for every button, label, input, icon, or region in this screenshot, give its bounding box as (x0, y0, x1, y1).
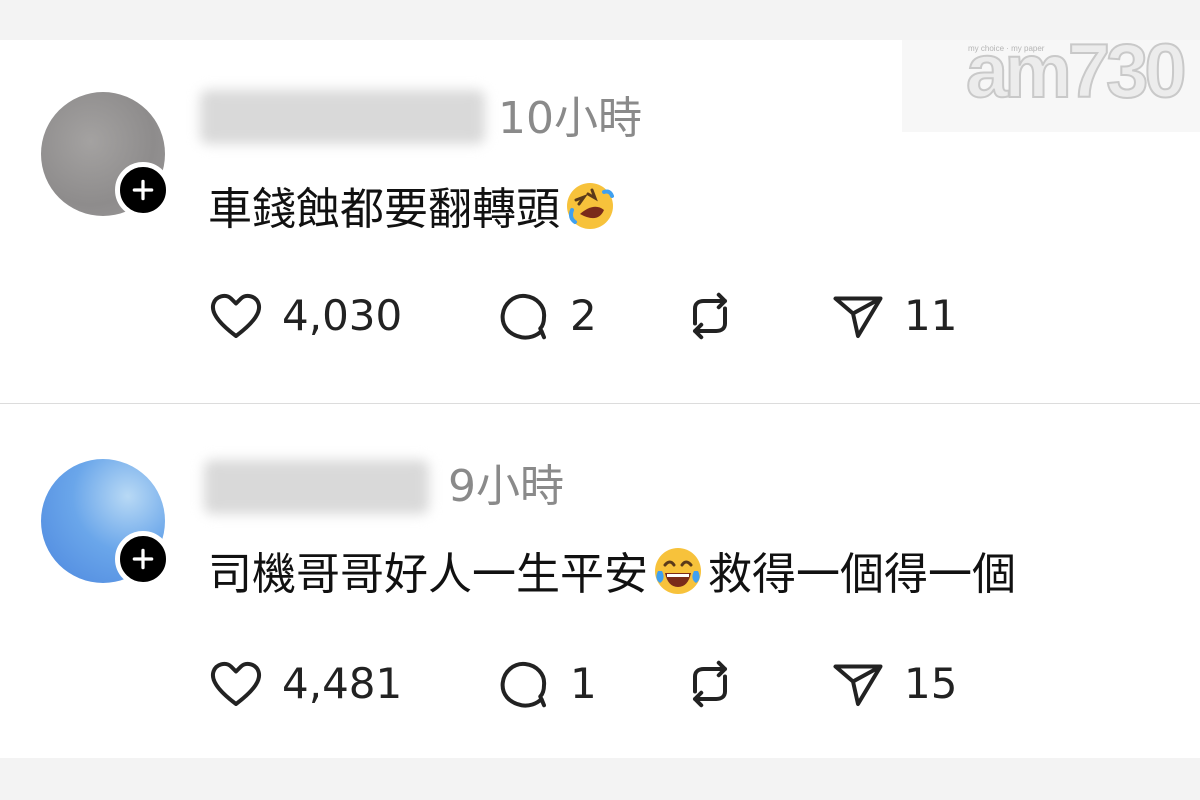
post-time: 9小時 (448, 461, 564, 512)
rolling-laughing-emoji-icon (567, 183, 614, 229)
post-time: 10小時 (498, 93, 642, 144)
like-count: 4,481 (282, 659, 403, 708)
comment-text: 車錢蝕都要翻轉頭 (208, 180, 620, 232)
tears-of-joy-emoji-icon (655, 548, 701, 594)
comment-post: 9小時 司機哥哥好人一生平安 救得一個得一個 4,481 1 15 (0, 404, 1200, 758)
username-blurred[interactable] (200, 90, 485, 144)
comment-text-part: 車錢蝕都要翻轉頭 (208, 184, 560, 235)
comment-text-part: 司機哥哥好人一生平安 (208, 549, 648, 600)
like-button[interactable]: 4,030 (206, 286, 402, 346)
repost-button[interactable] (680, 654, 740, 714)
send-arrow-icon (833, 296, 883, 338)
username-blurred[interactable] (204, 460, 429, 514)
follow-plus-button[interactable] (115, 531, 171, 587)
repost-icon (693, 660, 727, 708)
share-count: 11 (904, 291, 958, 340)
send-arrow-icon (833, 664, 883, 706)
share-count: 15 (904, 659, 958, 708)
share-button[interactable]: 15 (828, 654, 957, 714)
speech-bubble-icon (500, 293, 547, 340)
comment-text-part: 救得一個得一個 (708, 549, 1016, 600)
repost-icon (693, 292, 727, 340)
plus-icon (132, 179, 154, 201)
reply-button[interactable]: 2 (494, 286, 597, 346)
bottom-band (0, 758, 1200, 800)
follow-plus-button[interactable] (115, 162, 171, 218)
plus-icon (132, 548, 154, 570)
share-button[interactable]: 11 (828, 286, 957, 346)
like-count: 4,030 (282, 291, 403, 340)
heart-icon (210, 293, 262, 338)
reply-count: 2 (570, 291, 597, 340)
heart-icon (210, 661, 262, 706)
comment-text: 司機哥哥好人一生平安 救得一個得一個 (208, 545, 1016, 597)
repost-button[interactable] (680, 286, 740, 346)
reply-count: 1 (570, 659, 597, 708)
reply-button[interactable]: 1 (494, 654, 597, 714)
like-button[interactable]: 4,481 (206, 654, 402, 714)
comment-post: 10小時 車錢蝕都要翻轉頭 4,030 2 11 (0, 40, 1200, 403)
speech-bubble-icon (500, 661, 547, 708)
